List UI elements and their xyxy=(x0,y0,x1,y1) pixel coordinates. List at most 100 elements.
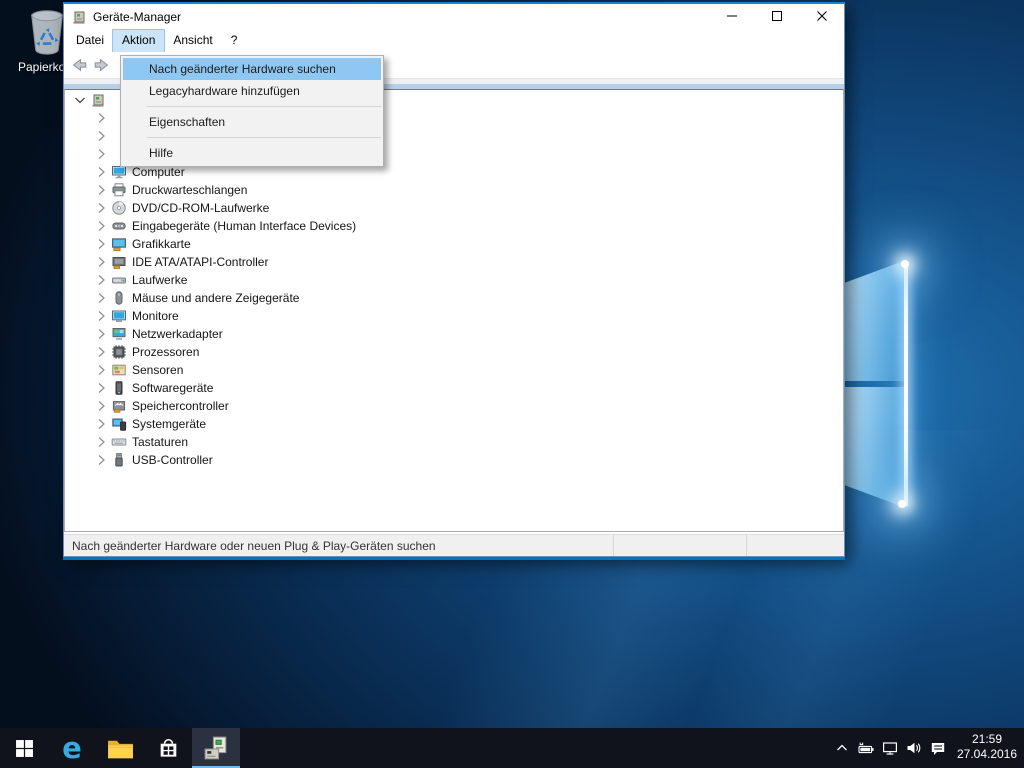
tray-action-center-icon[interactable] xyxy=(926,728,950,768)
menubar-item-aktion[interactable]: Aktion xyxy=(113,30,164,52)
tray-volume-icon[interactable] xyxy=(902,728,926,768)
taskbar-device-manager[interactable] xyxy=(192,728,240,768)
chevron-right-icon[interactable] xyxy=(93,182,109,198)
taskbar-file-explorer[interactable] xyxy=(96,728,144,768)
menu-separator xyxy=(147,106,381,107)
close-icon xyxy=(817,10,827,24)
taskbar-windows-store[interactable] xyxy=(144,728,192,768)
store-icon xyxy=(156,736,181,761)
status-bar: Nach geänderter Hardware oder neuen Plug… xyxy=(64,534,844,556)
chevron-right-icon[interactable] xyxy=(93,110,109,126)
minimize-icon xyxy=(727,10,737,24)
tree-item-dvd-cd-rom-laufwerke[interactable]: DVD/CD-ROM-Laufwerke xyxy=(65,199,843,217)
taskbar-apps: e xyxy=(0,728,240,768)
aktion-menu-popup: Nach geänderter Hardware suchenLegacyhar… xyxy=(120,55,384,167)
tree-item-label: Systemgeräte xyxy=(132,417,206,431)
chevron-right-icon[interactable] xyxy=(93,380,109,396)
tree-item-label: Tastaturen xyxy=(132,435,188,449)
chevron-right-icon[interactable] xyxy=(93,416,109,432)
caption-buttons xyxy=(709,4,844,30)
chevron-down-icon[interactable] xyxy=(72,92,88,108)
tree-item-label: USB-Controller xyxy=(132,453,213,467)
tree-item-ide-ata-atapi-controller[interactable]: IDE ATA/ATAPI-Controller xyxy=(65,253,843,271)
status-pane-2 xyxy=(746,535,844,556)
tree-item-laufwerke[interactable]: Laufwerke xyxy=(65,271,843,289)
chevron-right-icon[interactable] xyxy=(93,326,109,342)
taskbar-start-button[interactable] xyxy=(0,728,48,768)
tree-item-m-use-und-andere-zeigeger-te[interactable]: Mäuse und andere Zeigegeräte xyxy=(65,289,843,307)
chevron-right-icon[interactable] xyxy=(93,344,109,360)
chevron-right-icon[interactable] xyxy=(93,236,109,252)
tree-item-speichercontroller[interactable]: Speichercontroller xyxy=(65,397,843,415)
storage-controller-icon xyxy=(111,398,127,414)
tree-item-label: Eingabegeräte (Human Interface Devices) xyxy=(132,219,356,233)
menubar-item-datei[interactable]: Datei xyxy=(67,30,113,52)
explorer-icon xyxy=(107,737,134,760)
tree-item-systemger-te[interactable]: Systemgeräte xyxy=(65,415,843,433)
tree-item-label: Speichercontroller xyxy=(132,399,229,413)
taskbar-clock[interactable]: 21:59 27.04.2016 xyxy=(950,728,1024,768)
edge-icon: e xyxy=(62,734,82,763)
chevron-right-icon[interactable] xyxy=(93,272,109,288)
tree-item-monitore[interactable]: Monitore xyxy=(65,307,843,325)
desktop: Papierkorb Geräte-Manager DateiAktionAns… xyxy=(0,0,1024,768)
tree-item-label: Grafikkarte xyxy=(132,237,191,251)
device-manager-icon xyxy=(202,734,231,763)
chevron-right-icon[interactable] xyxy=(93,362,109,378)
tree-item-tastaturen[interactable]: Tastaturen xyxy=(65,433,843,451)
back-arrow-icon[interactable] xyxy=(70,56,88,74)
tray-chevron-up-icon[interactable] xyxy=(830,728,854,768)
tray-battery-icon[interactable] xyxy=(854,728,878,768)
status-text: Nach geänderter Hardware oder neuen Plug… xyxy=(64,539,613,553)
tree-item-label: Mäuse und andere Zeigegeräte xyxy=(132,291,299,305)
minimize-button[interactable] xyxy=(709,4,754,30)
usb-controller-icon xyxy=(111,452,127,468)
tree-item-eingabeger-te-human-interface-devices[interactable]: Eingabegeräte (Human Interface Devices) xyxy=(65,217,843,235)
tree-item-label: DVD/CD-ROM-Laufwerke xyxy=(132,201,269,215)
chevron-right-icon[interactable] xyxy=(93,146,109,162)
tree-item-label: IDE ATA/ATAPI-Controller xyxy=(132,255,268,269)
chevron-right-icon[interactable] xyxy=(93,398,109,414)
title-bar[interactable]: Geräte-Manager xyxy=(64,4,844,30)
tree-item-label: Sensoren xyxy=(132,363,183,377)
tree-item-druckwarteschlangen[interactable]: Druckwarteschlangen xyxy=(65,181,843,199)
tree-item-prozessoren[interactable]: Prozessoren xyxy=(65,343,843,361)
menu-item-hilfe[interactable]: Hilfe xyxy=(123,142,381,164)
chevron-right-icon[interactable] xyxy=(93,290,109,306)
status-pane-1 xyxy=(613,535,746,556)
taskbar-edge[interactable]: e xyxy=(48,728,96,768)
chevron-right-icon[interactable] xyxy=(93,254,109,270)
tree-item-label: Netzwerkadapter xyxy=(132,327,223,341)
menu-separator xyxy=(147,137,381,138)
maximize-button[interactable] xyxy=(754,4,799,30)
chevron-right-icon[interactable] xyxy=(93,128,109,144)
wallpaper-logo-edge xyxy=(904,262,908,506)
wallpaper-glint-bottom xyxy=(898,500,906,508)
chevron-right-icon[interactable] xyxy=(93,434,109,450)
chevron-right-icon[interactable] xyxy=(93,308,109,324)
tree-item-grafikkarte[interactable]: Grafikkarte xyxy=(65,235,843,253)
forward-arrow-icon[interactable] xyxy=(93,56,111,74)
tree-item-softwareger-te[interactable]: Softwaregeräte xyxy=(65,379,843,397)
tree-item-netzwerkadapter[interactable]: Netzwerkadapter xyxy=(65,325,843,343)
chevron-right-icon[interactable] xyxy=(93,218,109,234)
tree-item-usb-controller[interactable]: USB-Controller xyxy=(65,451,843,469)
menu-item-legacyhardware-hinzuf-gen[interactable]: Legacyhardware hinzufügen xyxy=(123,80,381,102)
menu-item-eigenschaften[interactable]: Eigenschaften xyxy=(123,111,381,133)
menu-item-nach-ge-nderter-hardware-suchen[interactable]: Nach geänderter Hardware suchen xyxy=(123,58,381,80)
menubar-item-[interactable]: ? xyxy=(222,30,247,52)
chevron-right-icon[interactable] xyxy=(93,200,109,216)
system-device-icon xyxy=(111,416,127,432)
display-adapter-icon xyxy=(111,236,127,252)
close-button[interactable] xyxy=(799,4,844,30)
monitor-icon xyxy=(111,308,127,324)
chevron-right-icon[interactable] xyxy=(93,452,109,468)
tree-item-label: Druckwarteschlangen xyxy=(132,183,247,197)
menubar-item-ansicht[interactable]: Ansicht xyxy=(164,30,221,52)
tree-item-sensoren[interactable]: Sensoren xyxy=(65,361,843,379)
tray-network-icon[interactable] xyxy=(878,728,902,768)
dvd-drive-icon xyxy=(111,200,127,216)
chevron-right-icon[interactable] xyxy=(93,164,109,180)
window-title: Geräte-Manager xyxy=(93,10,181,24)
disk-drive-icon xyxy=(111,272,127,288)
